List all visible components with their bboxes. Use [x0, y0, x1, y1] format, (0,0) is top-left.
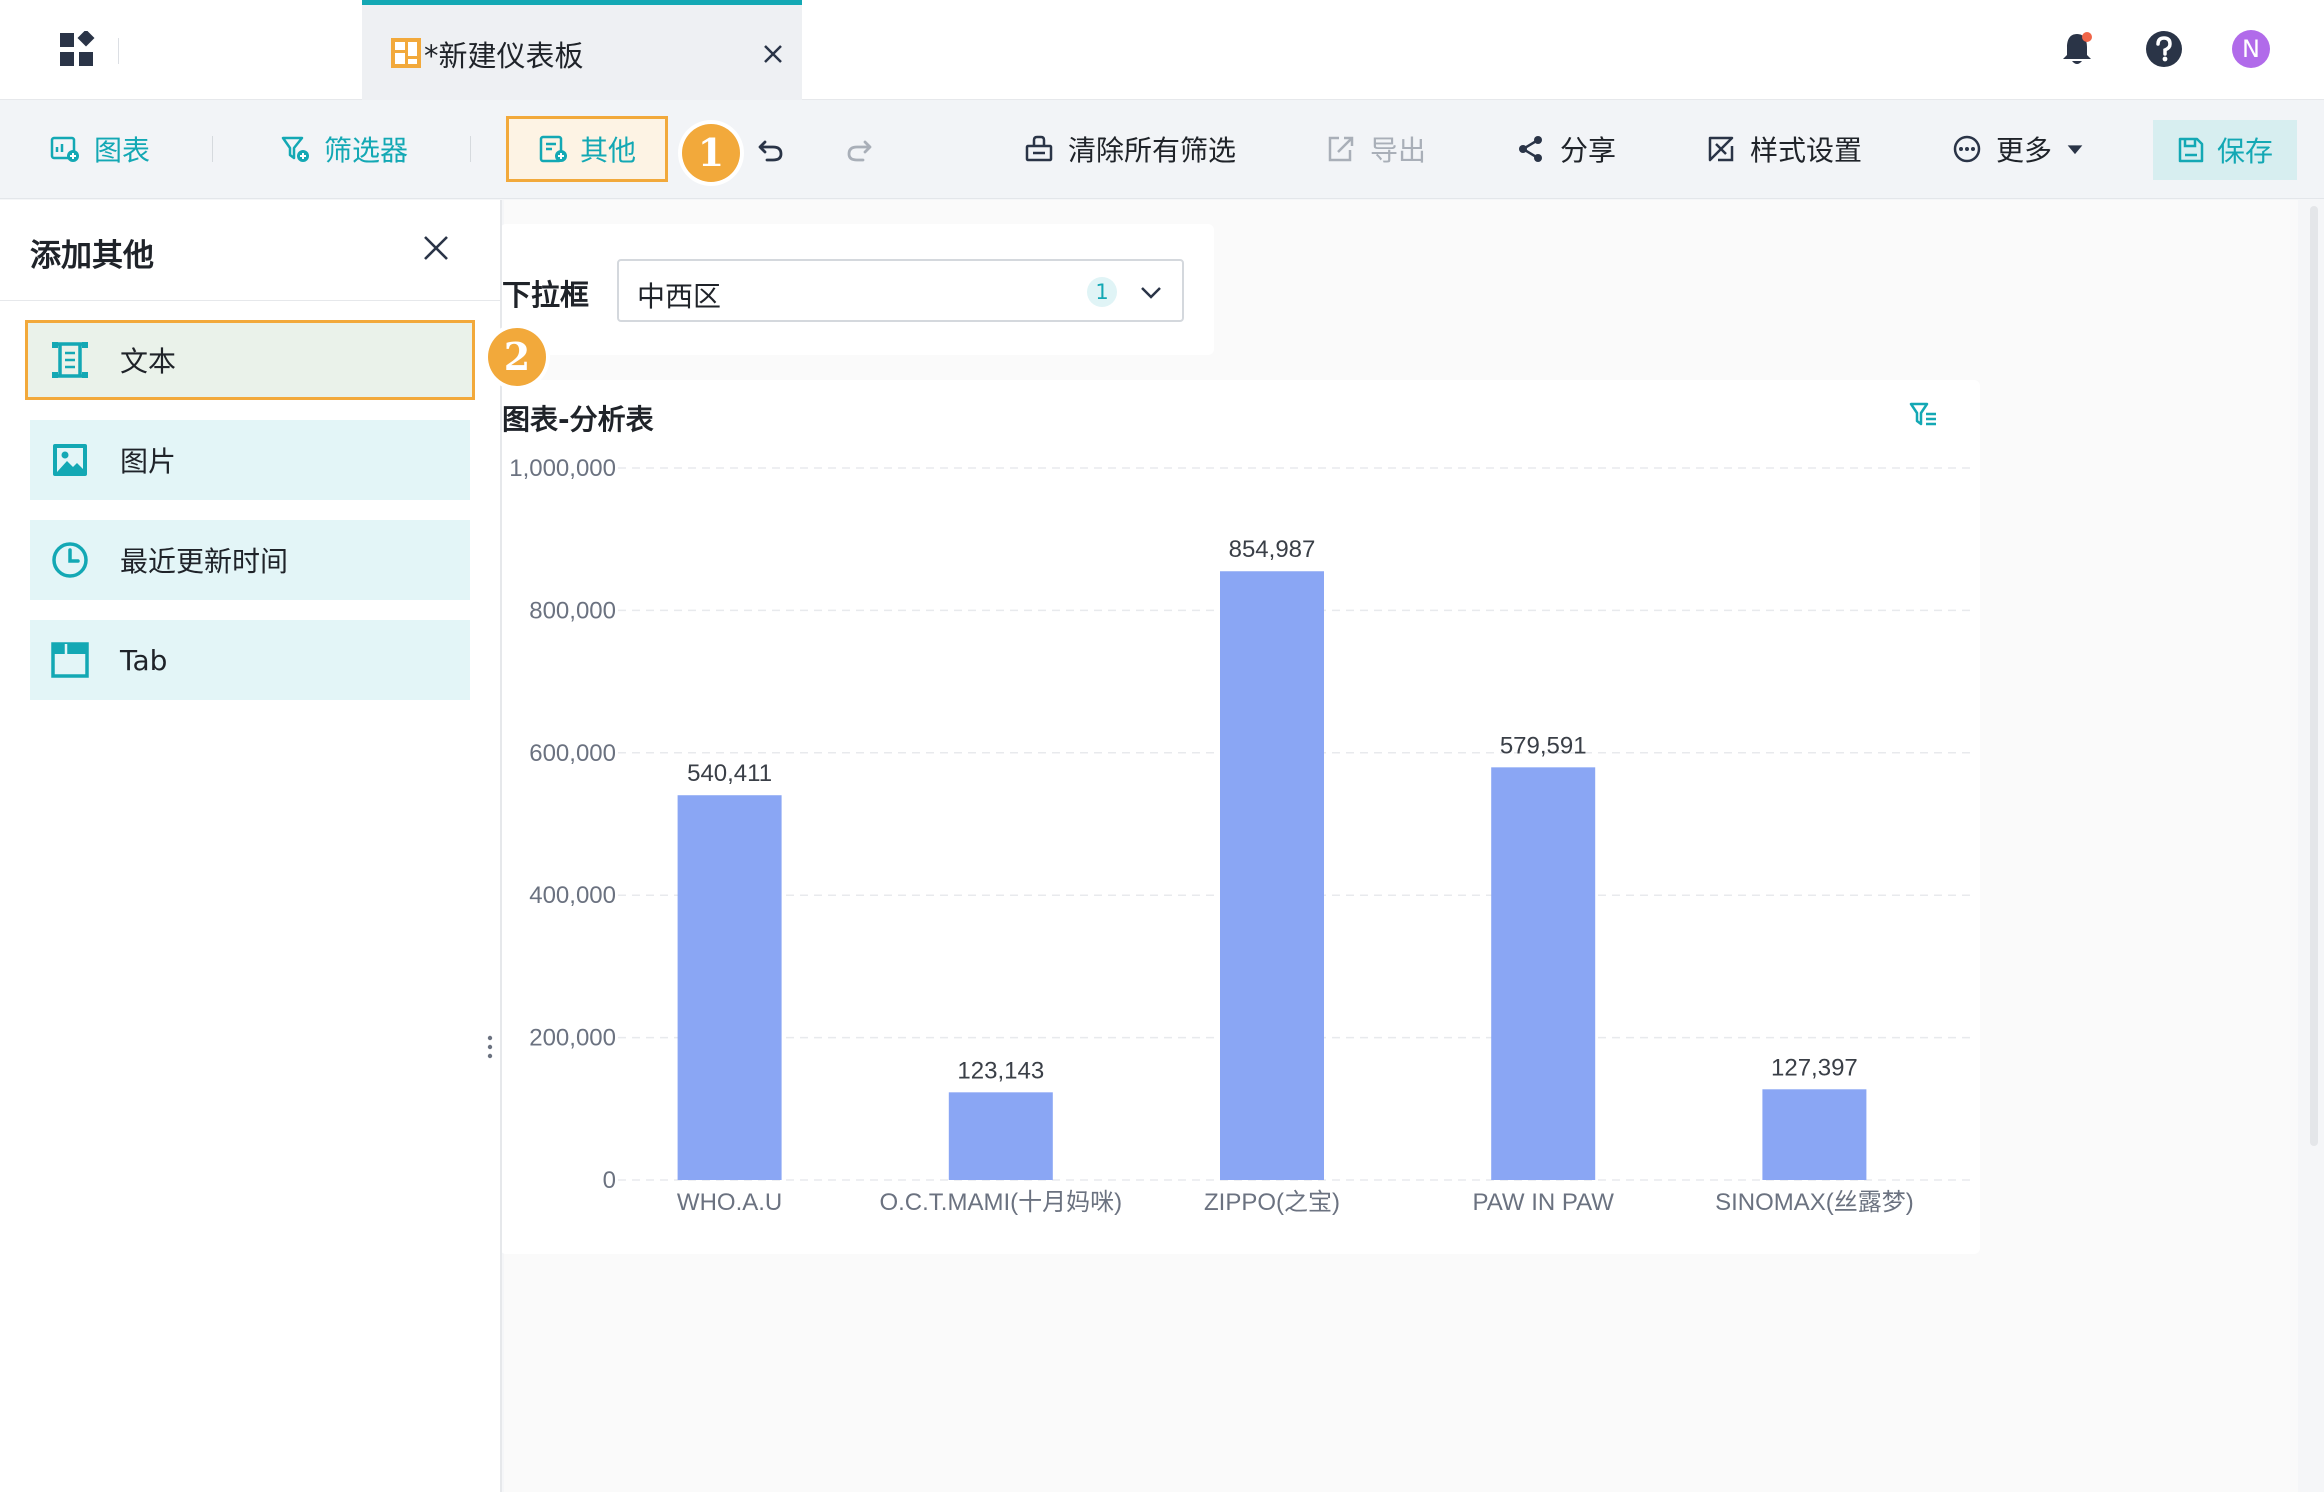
- export-icon: [1328, 136, 1354, 162]
- export-button[interactable]: 导出: [1326, 116, 1426, 182]
- more-menu-button[interactable]: 更多: [1952, 116, 2086, 182]
- panel-item-label: 文本: [120, 345, 177, 378]
- clear-all-filters-button[interactable]: 清除所有筛选: [1024, 116, 1236, 182]
- add-other-panel: 添加其他 文本 2 图片 最近更新时间 Tab: [0, 200, 546, 1492]
- share-button[interactable]: 分享: [1516, 116, 1616, 182]
- y-tick-label: 1,000,000: [509, 455, 616, 482]
- save-button[interactable]: 保存: [2153, 120, 2297, 180]
- export-label: 导出: [1370, 134, 1427, 167]
- y-tick-label: 600,000: [529, 740, 616, 767]
- selected-count-badge: 1: [1087, 277, 1117, 307]
- user-avatar[interactable]: N: [2232, 30, 2270, 68]
- apps-grid-icon[interactable]: [58, 31, 96, 69]
- y-tick-label: 200,000: [529, 1025, 616, 1052]
- y-tick-label: 0: [603, 1167, 616, 1194]
- bar: [1762, 1089, 1867, 1180]
- panel-item-last-updated[interactable]: 最近更新时间: [30, 520, 470, 600]
- filter-widget[interactable]: 下拉框 中西区 1: [500, 224, 1214, 355]
- panel-item-text[interactable]: 文本: [25, 320, 475, 400]
- redo-button[interactable]: [844, 116, 888, 182]
- filter-selected-value: 中西区: [637, 280, 722, 313]
- data-label: 854,987: [1229, 536, 1316, 563]
- image-icon: [53, 444, 87, 476]
- vertical-scrollbar[interactable]: [2310, 206, 2318, 1146]
- style-settings-label: 样式设置: [1750, 134, 1863, 167]
- undo-button[interactable]: [756, 116, 800, 182]
- close-tab-icon[interactable]: [762, 43, 784, 65]
- panel-item-label: 图片: [120, 445, 177, 478]
- add-chart-icon: [50, 136, 79, 162]
- dashboard-tab-title: *新建仪表板: [424, 39, 584, 73]
- filter-label: 下拉框: [502, 278, 590, 312]
- more-icon: [1953, 135, 1981, 163]
- add-other-button[interactable]: 其他: [506, 116, 668, 182]
- clear-filter-icon: [1025, 135, 1053, 162]
- toolbar-separator: [470, 136, 471, 162]
- panel-title: 添加其他: [30, 238, 154, 274]
- panel-item-tab[interactable]: Tab: [30, 620, 470, 700]
- bar: [948, 1092, 1053, 1180]
- y-tick-label: 400,000: [529, 882, 616, 909]
- more-label: 更多: [1996, 134, 2053, 167]
- bar: [1491, 767, 1596, 1180]
- add-filter-icon: [281, 136, 309, 162]
- share-icon: [1519, 136, 1542, 162]
- text-icon: [52, 342, 88, 378]
- data-label: 127,397: [1771, 1054, 1858, 1081]
- panel-item-image[interactable]: 图片: [30, 420, 470, 500]
- divider: [118, 38, 119, 64]
- top-bar: *新建仪表板 N: [0, 0, 2324, 100]
- step-2-badge: 2: [488, 328, 546, 386]
- help-icon[interactable]: [2143, 28, 2185, 70]
- close-panel-icon[interactable]: [422, 234, 450, 262]
- add-filter-label: 筛选器: [324, 134, 409, 167]
- x-tick-label: SINOMAX(丝露梦): [1715, 1189, 1914, 1216]
- add-chart-label: 图表: [94, 134, 151, 167]
- data-label: 123,143: [957, 1057, 1044, 1084]
- undo-icon: [758, 140, 783, 162]
- add-other-icon: [539, 135, 567, 163]
- redo-icon: [847, 140, 872, 162]
- style-settings-icon: [1708, 136, 1734, 162]
- chart-widget[interactable]: 0 200,000 400,000 600,000 800,000 1,000,000 54…: [500, 380, 1980, 1254]
- x-tick-label: PAW IN PAW: [1473, 1189, 1615, 1216]
- chart-filter-icon[interactable]: [1908, 400, 1938, 430]
- notification-bell-icon[interactable]: [2056, 28, 2098, 70]
- panel-divider: [0, 300, 500, 301]
- dashboard-tab[interactable]: *新建仪表板: [362, 0, 802, 100]
- chart-title: 图表-分析表: [502, 403, 654, 436]
- style-settings-button[interactable]: 样式设置: [1706, 116, 1862, 182]
- data-label: 579,591: [1500, 732, 1587, 759]
- add-other-label: 其他: [579, 134, 636, 167]
- tab-icon: [51, 642, 89, 678]
- step-1-badge: 1: [682, 124, 740, 182]
- panel-resize-handle[interactable]: [487, 1034, 493, 1060]
- x-tick-label: O.C.T.MAMI(十月妈咪): [879, 1189, 1122, 1216]
- add-chart-button[interactable]: 图表: [50, 116, 150, 182]
- clear-all-filters-label: 清除所有筛选: [1068, 134, 1237, 167]
- bar: [1220, 571, 1324, 1180]
- bar-chart: 0 200,000 400,000 600,000 800,000 1,000,000 54…: [509, 455, 1974, 1216]
- data-label: 540,411: [687, 760, 772, 787]
- panel-item-label: Tab: [120, 643, 168, 677]
- add-filter-button[interactable]: 筛选器: [280, 116, 408, 182]
- clock-icon: [52, 542, 88, 578]
- caret-down-icon: [2067, 145, 2083, 155]
- filter-dropdown[interactable]: 中西区 1: [617, 259, 1184, 322]
- save-label: 保存: [2216, 135, 2273, 168]
- share-label: 分享: [1560, 134, 1617, 167]
- dashboard-icon: [390, 37, 422, 69]
- bar: [677, 795, 782, 1180]
- toolbar-separator: [212, 136, 213, 162]
- x-tick-label: WHO.A.U: [677, 1189, 782, 1216]
- x-tick-label: ZIPPO(之宝): [1204, 1189, 1340, 1216]
- panel-item-label: 最近更新时间: [120, 545, 289, 578]
- y-tick-label: 800,000: [529, 597, 616, 624]
- chevron-down-icon: [1139, 281, 1163, 305]
- save-icon: [2178, 137, 2204, 163]
